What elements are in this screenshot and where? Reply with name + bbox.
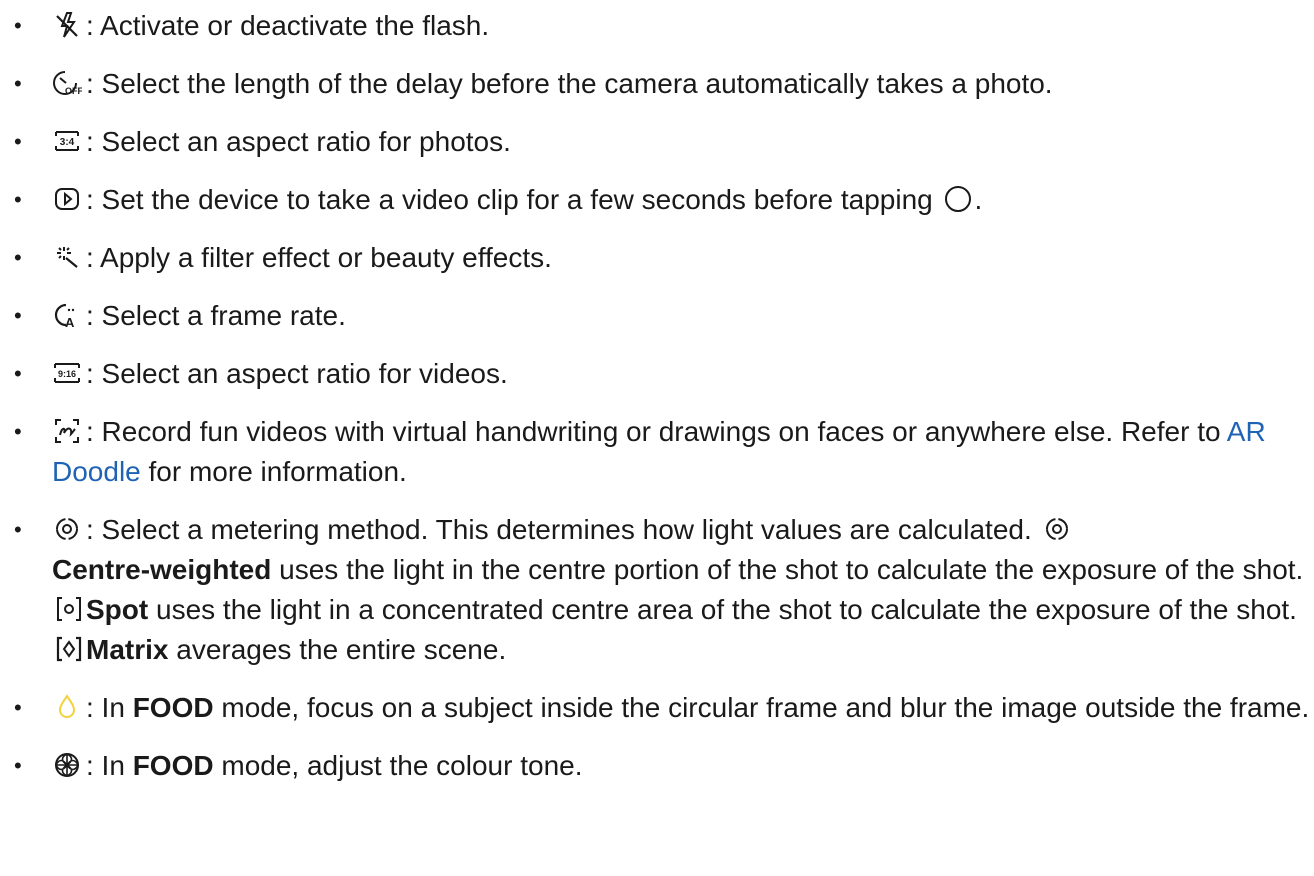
photo-ratio-description: : Select an aspect ratio for photos. [86,126,511,157]
food-focus-description-a: : In [86,692,133,723]
filters-icon [52,242,82,272]
svg-text:3:4: 3:4 [60,137,75,148]
list-item-ar-doodle: • : Record fun videos with virtual handw… [0,412,1314,492]
metering-description-d: averages the entire scene. [168,634,507,665]
frame-rate-auto-icon: A [52,300,82,330]
list-item-flash: • : Activate or deactivate the flash. [0,6,1314,46]
metering-matrix-label: Matrix [86,634,169,665]
motion-photo-description-a: : Set the device to take a video clip fo… [86,184,941,215]
bullet: • [14,13,22,38]
bullet: • [14,361,22,386]
bullet: • [14,303,22,328]
metering-spot-label: Spot [86,594,149,625]
svg-text:A: A [65,315,75,330]
metering-description-a: : Select a metering method. This determi… [86,514,1040,545]
list-item-video-ratio: • 9:16 : Select an aspect ratio for vide… [0,354,1314,394]
metering-description-b: uses the light in the centre portion of … [271,554,1304,585]
colour-tone-description-b: mode, adjust the colour tone. [213,750,583,781]
list-item-timer: • OFF : Select the length of the delay b… [0,64,1314,104]
bullet: • [14,71,22,96]
bullet: • [14,695,22,720]
metering-centre-icon [52,514,82,544]
list-item-food-focus: • : In FOOD mode, focus on a subject ins… [0,688,1314,728]
food-mode-label: FOOD [132,692,214,723]
bullet: • [14,187,22,212]
list-item-colour-tone: • : In FOOD mode, adjust the colour tone… [0,746,1314,786]
flash-off-icon [52,10,82,40]
metering-description-c: uses the light in a concentrated centre … [148,594,1297,625]
colour-tone-icon [52,750,82,780]
motion-photo-description-b: . [974,184,983,215]
list-item-motion-photo: • : Set the device to take a video clip … [0,180,1314,220]
colour-tone-description-a: : In [86,750,133,781]
metering-centre-weighted-icon [1042,514,1072,544]
food-focus-description-b: mode, focus on a subject inside the circ… [213,692,1310,723]
aspect-ratio-9-16-icon: 9:16 [52,358,82,388]
ar-doodle-description-b: for more information. [140,456,407,487]
frame-rate-description: : Select a frame rate. [86,300,346,331]
bullet: • [14,419,22,444]
food-mode-label: FOOD [132,750,214,781]
metering-centre-weighted-label: Centre-weighted [52,554,272,585]
bullet: • [14,129,22,154]
list-item-filters: • : Apply a filter effect or beauty effe… [0,238,1314,278]
motion-photo-icon [52,184,82,214]
timer-description: : Select the length of the delay before … [86,68,1053,99]
bullet: • [14,517,22,542]
shutter-button-icon [943,184,973,214]
list-item-frame-rate: • A : Select a frame rate. [0,296,1314,336]
svg-text:9:16: 9:16 [58,369,76,379]
video-ratio-description: : Select an aspect ratio for videos. [86,358,508,389]
ar-doodle-icon [52,416,82,446]
metering-matrix-icon [54,634,84,664]
aspect-ratio-3-4-icon: 3:4 [52,126,82,156]
timer-off-icon: OFF [52,68,82,98]
list-item-metering: • : Select a metering method. This deter… [0,510,1314,670]
metering-spot-icon [54,594,84,624]
filters-description: : Apply a filter effect or beauty effect… [86,242,552,273]
food-focus-icon [52,692,82,722]
svg-text:OFF: OFF [65,86,82,96]
camera-options-list: • : Activate or deactivate the flash. • … [0,0,1314,786]
bullet: • [14,245,22,270]
ar-doodle-description-a: : Record fun videos with virtual handwri… [86,416,1227,447]
flash-description: : Activate or deactivate the flash. [86,10,490,41]
list-item-photo-ratio: • 3:4 : Select an aspect ratio for photo… [0,122,1314,162]
bullet: • [14,753,22,778]
